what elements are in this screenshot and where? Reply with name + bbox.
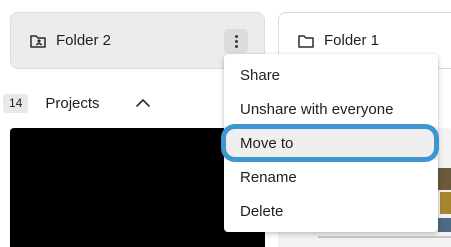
folder-name: Folder 2	[56, 32, 112, 49]
projects-section-header: 14 Projects	[3, 92, 100, 114]
shared-folder-icon	[29, 32, 47, 50]
thumbnail-image	[438, 218, 451, 232]
section-title: Projects	[45, 94, 100, 112]
folder-name: Folder 1	[324, 32, 380, 49]
context-menu: Share Unshare with everyone Move to Rena…	[224, 54, 438, 232]
menu-item-unshare[interactable]: Unshare with everyone	[224, 92, 438, 126]
chevron-up-icon[interactable]	[134, 94, 152, 112]
menu-item-rename[interactable]: Rename	[224, 160, 438, 194]
folder-icon	[297, 32, 315, 50]
thumbnail-image	[440, 192, 451, 214]
menu-item-share[interactable]: Share	[224, 58, 438, 92]
project-count-badge: 14	[3, 93, 29, 113]
menu-item-move-to[interactable]: Move to	[224, 126, 438, 160]
menu-item-delete[interactable]: Delete	[224, 194, 438, 228]
thumbnail-timeline	[318, 236, 451, 238]
more-options-icon[interactable]	[224, 29, 248, 53]
